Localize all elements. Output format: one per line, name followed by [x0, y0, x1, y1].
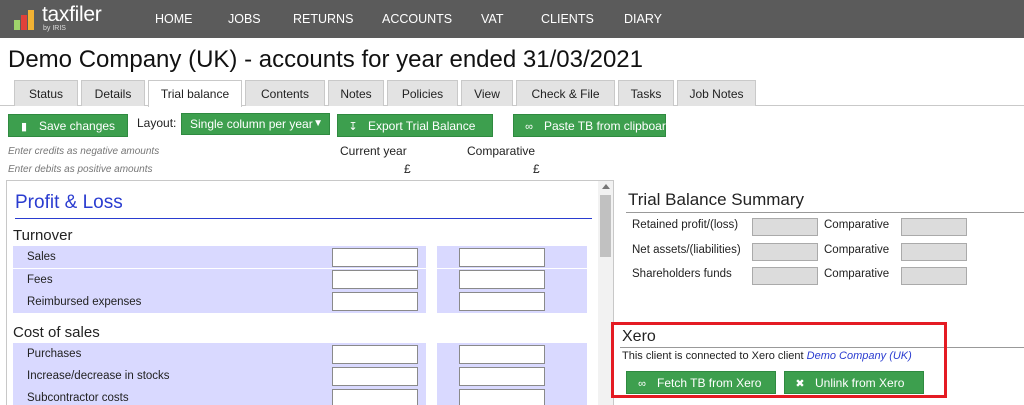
tab-notes[interactable]: Notes — [328, 80, 384, 106]
credits-hint: Enter credits as negative amounts — [8, 146, 160, 157]
top-navigation-bar: taxfiler by IRIS HOME JOBS RETURNS ACCOU… — [0, 0, 1024, 38]
nav-vat[interactable]: VAT — [481, 0, 503, 38]
debits-hint: Enter debits as positive amounts — [8, 164, 153, 175]
tab-job-notes[interactable]: Job Notes — [677, 80, 756, 106]
comparative-currency: £ — [533, 162, 540, 176]
row-label-stocks: Increase/decrease in stocks — [27, 370, 170, 382]
layout-select[interactable]: Single column per year ▼ — [181, 113, 330, 135]
export-trial-balance-button[interactable]: ↧ Export Trial Balance — [337, 114, 493, 137]
nav-home[interactable]: HOME — [155, 0, 193, 38]
save-changes-label: Save changes — [39, 119, 116, 133]
row-label-reimbursed-expenses: Reimbursed expenses — [27, 296, 142, 308]
fees-current-input[interactable] — [332, 270, 418, 289]
nav-clients[interactable]: CLIENTS — [541, 0, 594, 38]
link-icon: ∞ — [525, 121, 533, 133]
tb-summary-title: Trial Balance Summary — [628, 190, 805, 209]
row-label-fees: Fees — [27, 274, 53, 286]
tab-check-file[interactable]: Check & File — [516, 80, 615, 106]
brand-sub: by IRIS — [43, 25, 66, 32]
scroll-up-arrow-icon[interactable] — [602, 184, 610, 189]
retained-profit-comparative-label: Comparative — [824, 219, 890, 231]
net-assets-value — [752, 243, 818, 261]
stocks-comparative-input[interactable] — [459, 367, 545, 386]
subcontractor-current-input[interactable] — [332, 389, 418, 405]
row-label-sales: Sales — [27, 251, 56, 263]
profit-loss-title: Profit & Loss — [15, 192, 123, 213]
layout-label: Layout: — [137, 116, 177, 130]
taxfiler-logo-icon — [14, 10, 34, 30]
layout-select-value: Single column per year — [190, 117, 313, 131]
fees-comparative-input[interactable] — [459, 270, 545, 289]
row-label-purchases: Purchases — [27, 348, 82, 360]
save-changes-button[interactable]: ▮ Save changes — [8, 114, 128, 137]
shareholders-funds-comparative-value — [901, 267, 967, 285]
tab-view[interactable]: View — [461, 80, 513, 106]
nav-returns[interactable]: RETURNS — [293, 0, 353, 38]
current-year-header: Current year — [340, 144, 407, 158]
profit-loss-rule — [15, 218, 592, 219]
tab-trial-balance[interactable]: Trial balance — [148, 80, 242, 107]
export-trial-balance-label: Export Trial Balance — [368, 119, 476, 133]
shareholders-funds-value — [752, 267, 818, 285]
reimbursed-expenses-comparative-input[interactable] — [459, 292, 545, 311]
stocks-current-input[interactable] — [332, 367, 418, 386]
nav-jobs[interactable]: JOBS — [228, 0, 261, 38]
subcontractor-comparative-input[interactable] — [459, 389, 545, 405]
reimbursed-expenses-current-input[interactable] — [332, 292, 418, 311]
retained-profit-label: Retained profit/(loss) — [632, 219, 739, 231]
xero-highlight-box — [611, 322, 947, 398]
purchases-current-input[interactable] — [332, 345, 418, 364]
nav-diary[interactable]: DIARY — [624, 0, 662, 38]
turnover-heading: Turnover — [13, 227, 73, 244]
nav-accounts[interactable]: ACCOUNTS — [382, 0, 452, 38]
tab-details[interactable]: Details — [81, 80, 145, 106]
taxfiler-logo[interactable]: taxfiler by IRIS — [12, 4, 122, 34]
save-icon: ▮ — [20, 121, 28, 133]
row-label-subcontractor-costs: Subcontractor costs — [27, 392, 129, 404]
retained-profit-value — [752, 218, 818, 236]
net-assets-comparative-value — [901, 243, 967, 261]
net-assets-label: Net assets/(liabilities) — [632, 244, 741, 256]
purchases-comparative-input[interactable] — [459, 345, 545, 364]
comparative-header: Comparative — [467, 144, 536, 158]
retained-profit-comparative-value — [901, 218, 967, 236]
shareholders-funds-label: Shareholders funds — [632, 268, 732, 280]
profit-loss-panel: Profit & Loss Turnover Sales Fees Reimbu… — [6, 180, 614, 405]
sales-current-input[interactable] — [332, 248, 418, 267]
current-year-currency: £ — [404, 162, 411, 176]
paste-tb-label: Paste TB from clipboard — [544, 119, 673, 133]
download-icon: ↧ — [348, 121, 358, 133]
tab-status[interactable]: Status — [14, 80, 78, 106]
tab-tasks[interactable]: Tasks — [618, 80, 674, 106]
chevron-down-icon: ▼ — [313, 118, 323, 129]
tab-contents[interactable]: Contents — [245, 80, 325, 106]
page-title: Demo Company (UK) - accounts for year en… — [8, 46, 644, 73]
tab-policies[interactable]: Policies — [387, 80, 458, 106]
paste-tb-button[interactable]: ∞ Paste TB from clipboard — [513, 114, 673, 137]
sales-comparative-input[interactable] — [459, 248, 545, 267]
brand-name: taxfiler — [42, 3, 102, 26]
net-assets-comparative-label: Comparative — [824, 244, 890, 256]
cost-of-sales-heading: Cost of sales — [13, 324, 100, 341]
scrollbar-thumb[interactable] — [600, 195, 611, 257]
shareholders-funds-comparative-label: Comparative — [824, 268, 890, 280]
tb-summary-rule — [626, 212, 1024, 213]
